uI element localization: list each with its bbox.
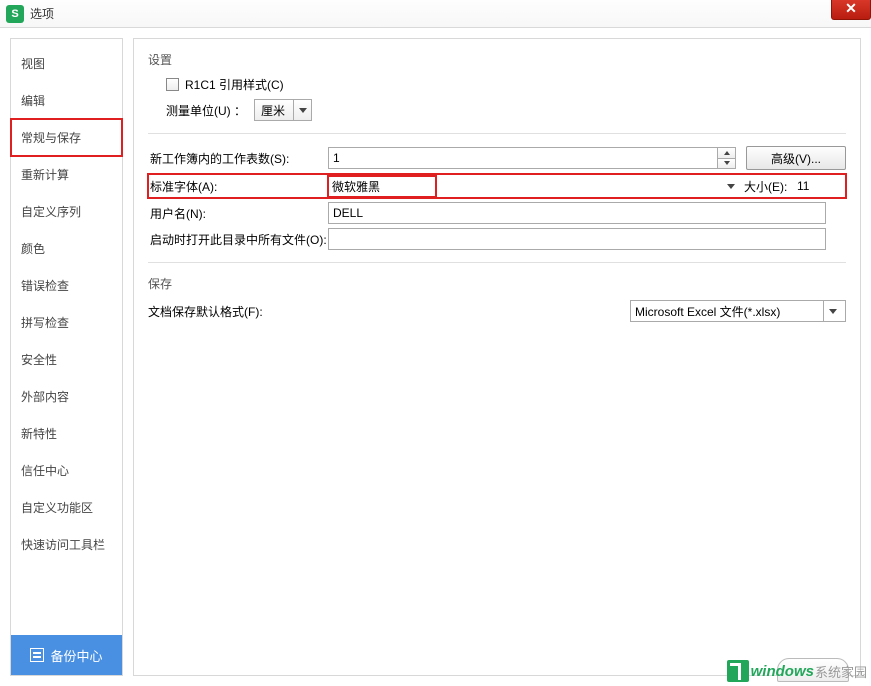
advanced-label: 高级(V)...	[771, 150, 821, 167]
sidebar-item-quick-access[interactable]: 快速访问工具栏	[11, 526, 122, 563]
user-label: 用户名(N):	[148, 205, 328, 222]
backup-center-button[interactable]: 备份中心	[11, 635, 122, 675]
unit-combo[interactable]: 厘米	[254, 99, 312, 121]
app-icon: S	[6, 5, 24, 23]
sheets-spinner[interactable]	[718, 147, 736, 169]
sidebar-item-error-check[interactable]: 错误检查	[11, 267, 122, 304]
sidebar-item-edit[interactable]: 编辑	[11, 82, 122, 119]
sidebar: 视图 编辑 常规与保存 重新计算 自定义序列 颜色 错误检查 拼写检查 安全性 …	[10, 38, 123, 676]
watermark-icon	[727, 660, 749, 682]
size-dropdown-icon[interactable]	[834, 175, 846, 197]
startup-label: 启动时打开此目录中所有文件(O):	[148, 231, 328, 248]
font-label: 标准字体(A):	[148, 178, 328, 195]
unit-value: 厘米	[255, 102, 293, 119]
sidebar-item-general-save[interactable]: 常规与保存	[11, 119, 122, 156]
advanced-button[interactable]: 高级(V)...	[746, 146, 846, 170]
sheets-input[interactable]: 1	[328, 147, 718, 169]
unit-row: 测量单位(U) ： 厘米	[166, 99, 846, 121]
r1c1-checkbox[interactable]	[166, 78, 179, 91]
save-section-label: 保存	[148, 275, 846, 292]
font-value-box: 微软雅黑	[328, 176, 436, 197]
watermark-text-1: windows	[751, 663, 814, 680]
sidebar-item-external[interactable]: 外部内容	[11, 378, 122, 415]
titlebar: S 选项 ✕	[0, 0, 871, 28]
spinner-down-icon[interactable]	[718, 159, 735, 169]
format-value: Microsoft Excel 文件(*.xlsx)	[635, 303, 780, 320]
size-input[interactable]: 11	[792, 175, 834, 197]
font-row: 标准字体(A): 微软雅黑 大小(E): 11	[148, 174, 846, 198]
sidebar-item-custom-list[interactable]: 自定义序列	[11, 193, 122, 230]
r1c1-row: R1C1 引用样式(C)	[166, 76, 846, 93]
close-button[interactable]: ✕	[831, 0, 871, 20]
sidebar-item-color[interactable]: 颜色	[11, 230, 122, 267]
sidebar-item-custom-ribbon[interactable]: 自定义功能区	[11, 489, 122, 526]
backup-icon	[30, 648, 44, 662]
settings-section-label: 设置	[148, 51, 846, 68]
divider	[148, 133, 846, 134]
user-value: DELL	[333, 206, 363, 220]
format-row: 文档保存默认格式(F): Microsoft Excel 文件(*.xlsx)	[148, 300, 846, 322]
format-label: 文档保存默认格式(F):	[148, 303, 630, 320]
chevron-down-icon	[823, 301, 841, 321]
r1c1-label: R1C1 引用样式(C)	[185, 76, 284, 93]
chevron-down-icon	[293, 100, 311, 120]
watermark: windows 系统家园	[727, 660, 867, 682]
format-combo[interactable]: Microsoft Excel 文件(*.xlsx)	[630, 300, 846, 322]
user-input[interactable]: DELL	[328, 202, 826, 224]
sheets-value: 1	[333, 151, 340, 165]
sidebar-item-new-features[interactable]: 新特性	[11, 415, 122, 452]
sidebar-item-view[interactable]: 视图	[11, 45, 122, 82]
sheets-row: 新工作簿内的工作表数(S): 1 高级(V)...	[148, 146, 846, 170]
divider	[148, 262, 846, 263]
size-value: 11	[797, 179, 809, 193]
window-title: 选项	[30, 5, 54, 22]
backup-label: 备份中心	[50, 646, 102, 665]
sidebar-item-recalc[interactable]: 重新计算	[11, 156, 122, 193]
startup-row: 启动时打开此目录中所有文件(O):	[148, 228, 846, 250]
unit-label: 测量单位(U) ：	[166, 102, 246, 119]
startup-input[interactable]	[328, 228, 826, 250]
font-value: 微软雅黑	[332, 180, 380, 194]
spinner-up-icon[interactable]	[718, 148, 735, 159]
font-dropdown-icon[interactable]	[722, 175, 740, 197]
sheets-label: 新工作簿内的工作表数(S):	[148, 150, 328, 167]
watermark-text-2: 系统家园	[815, 662, 867, 681]
size-label: 大小(E):	[740, 178, 792, 195]
main-panel: 设置 R1C1 引用样式(C) 测量单位(U) ： 厘米 新工作簿内的工作表数(…	[133, 38, 861, 676]
user-row: 用户名(N): DELL	[148, 202, 846, 224]
sidebar-item-spell-check[interactable]: 拼写检查	[11, 304, 122, 341]
sidebar-item-trust-center[interactable]: 信任中心	[11, 452, 122, 489]
sidebar-item-security[interactable]: 安全性	[11, 341, 122, 378]
